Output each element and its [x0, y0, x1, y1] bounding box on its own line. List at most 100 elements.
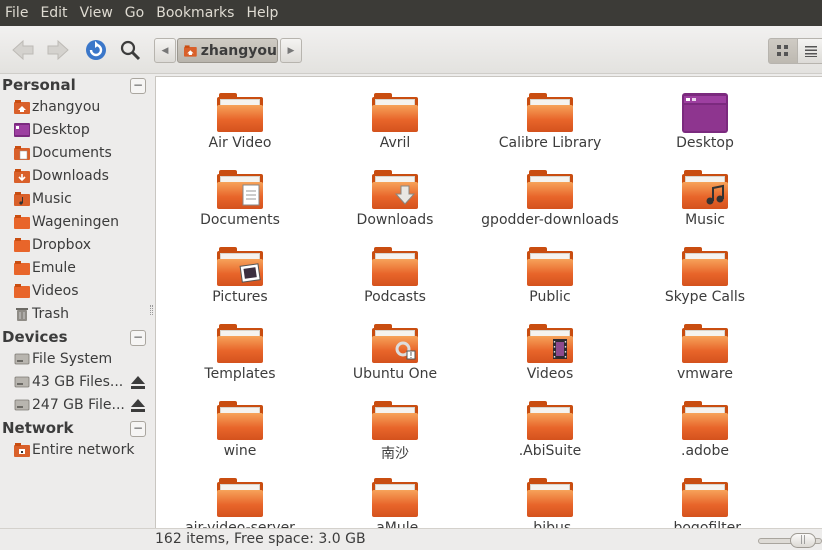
folder-name: Avril	[379, 135, 411, 151]
folder-name: vmware	[676, 366, 733, 382]
folder-name: .aMule	[371, 520, 419, 528]
breadcrumb-right-arrow[interactable]: ▶	[280, 38, 302, 63]
sidebar-item-label: File System	[32, 351, 113, 367]
sidebar-section-network: Network	[2, 419, 74, 437]
collapse-network-button[interactable]: −	[130, 421, 146, 437]
sidebar-item-trash[interactable]: Trash	[14, 303, 69, 325]
folder-icon: !	[372, 324, 418, 364]
menu-edit[interactable]: Edit	[35, 0, 72, 26]
folder-item[interactable]: Calibre Library	[475, 77, 625, 152]
folder-item[interactable]: Skype Calls	[630, 231, 780, 306]
folder-item[interactable]: Downloads	[320, 154, 470, 229]
folder-icon	[217, 478, 263, 518]
folder-item[interactable]: 南沙	[320, 385, 470, 462]
sidebar-item-drive-247gb[interactable]: 247 GB File...	[14, 394, 125, 416]
folder-item[interactable]: Pictures	[165, 231, 315, 306]
download-emblem-icon	[394, 185, 416, 205]
reload-button[interactable]	[82, 36, 110, 64]
sidebar-section-devices: Devices	[2, 328, 68, 346]
sidebar-item-desktop[interactable]: Desktop	[14, 119, 90, 141]
folder-item[interactable]: .adobe	[630, 385, 780, 460]
collapse-personal-button[interactable]: −	[130, 78, 146, 94]
folder-item[interactable]: wine	[165, 385, 315, 460]
status-text: 162 items, Free space: 3.0 GB	[155, 531, 366, 547]
folder-item[interactable]: Podcasts	[320, 231, 470, 306]
sidebar-item-entire-network[interactable]: Entire network	[14, 439, 134, 461]
eject-icon[interactable]	[130, 398, 146, 412]
folder-icon	[527, 401, 573, 441]
icon-view-button[interactable]	[768, 38, 798, 64]
folder-name: Documents	[200, 212, 280, 228]
folder-icon	[372, 478, 418, 518]
folder-item[interactable]: air-video-server	[165, 462, 315, 528]
sidebar-resize-handle[interactable]	[150, 305, 153, 315]
folder-name: gpodder-downloads	[481, 212, 619, 228]
folder-icon	[217, 247, 263, 287]
folder-name: Air Video	[208, 135, 272, 151]
folder-item[interactable]: Videos	[475, 308, 625, 383]
picture-emblem-icon	[239, 263, 261, 283]
sidebar-item-label: 247 GB File...	[32, 397, 125, 413]
folder-icon	[682, 324, 728, 364]
sidebar-item-home[interactable]: zhangyou	[14, 96, 100, 118]
breadcrumb-left-arrow[interactable]: ◀	[154, 38, 176, 63]
folder-item[interactable]: .AbiSuite	[475, 385, 625, 460]
sidebar-item-music[interactable]: Music	[14, 188, 72, 210]
folder-name: .AbiSuite	[518, 443, 582, 459]
breadcrumb-home[interactable]: zhangyou	[177, 38, 278, 63]
folder-item[interactable]: Public	[475, 231, 625, 306]
folder-item[interactable]: Templates	[165, 308, 315, 383]
sidebar-item-emule[interactable]: Emule	[14, 257, 76, 279]
drive-icon	[14, 399, 30, 411]
sidebar-item-dropbox[interactable]: Dropbox	[14, 234, 91, 256]
folder-item[interactable]: Desktop	[630, 77, 780, 152]
menu-go[interactable]: Go	[120, 0, 149, 26]
folder-icon	[682, 478, 728, 518]
sidebar-item-wageningen[interactable]: Wageningen	[14, 211, 119, 233]
folder-item[interactable]: vmware	[630, 308, 780, 383]
folder-item[interactable]: .bogofilter	[630, 462, 780, 528]
folder-name: Pictures	[212, 289, 268, 305]
folder-item[interactable]: Music	[630, 154, 780, 229]
folder-item[interactable]: Documents	[165, 154, 315, 229]
folder-icon	[682, 401, 728, 441]
collapse-devices-button[interactable]: −	[130, 330, 146, 346]
menu-view[interactable]: View	[75, 0, 118, 26]
folder-item[interactable]: .bibus	[475, 462, 625, 528]
sidebar-item-label: Trash	[32, 306, 69, 322]
folder-item[interactable]: gpodder-downloads	[475, 154, 625, 229]
forward-button[interactable]	[44, 36, 72, 64]
sidebar-item-drive-43gb[interactable]: 43 GB Files...	[14, 371, 123, 393]
zoom-slider-handle[interactable]: ||	[790, 533, 816, 548]
sidebar-item-label: Dropbox	[32, 237, 91, 253]
sidebar-item-documents[interactable]: Documents	[14, 142, 112, 164]
menu-bookmarks[interactable]: Bookmarks	[151, 0, 239, 26]
search-button[interactable]	[116, 36, 144, 64]
folder-icon	[372, 93, 418, 133]
folder-icon	[682, 247, 728, 287]
folder-icon	[217, 170, 263, 210]
list-view-button[interactable]	[798, 38, 822, 64]
eject-icon[interactable]	[130, 375, 146, 389]
menu-help[interactable]: Help	[241, 0, 283, 26]
sidebar-item-label: Wageningen	[32, 214, 120, 230]
folder-name: Music	[685, 212, 725, 228]
folder-item[interactable]: Air Video	[165, 77, 315, 152]
sidebar-item-videos[interactable]: Videos	[14, 280, 79, 302]
desktop-folder-icon	[682, 93, 728, 133]
sidebar-item-label: Videos	[32, 283, 79, 299]
folder-name: wine	[223, 443, 257, 459]
folder-name: .adobe	[681, 443, 729, 459]
folder-item[interactable]: ! Ubuntu One	[320, 308, 470, 383]
documents-folder-icon	[14, 146, 30, 160]
folder-item[interactable]: .aMule	[320, 462, 470, 528]
back-button[interactable]	[9, 36, 37, 64]
menu-file[interactable]: File	[0, 0, 33, 26]
grid-icon	[777, 45, 788, 56]
folder-item[interactable]: Avril	[320, 77, 470, 152]
sidebar-item-downloads[interactable]: Downloads	[14, 165, 109, 187]
music-note-icon	[706, 184, 724, 205]
folder-icon	[372, 401, 418, 441]
back-arrow-icon	[12, 39, 34, 61]
sidebar-item-filesystem[interactable]: File System	[14, 348, 112, 370]
